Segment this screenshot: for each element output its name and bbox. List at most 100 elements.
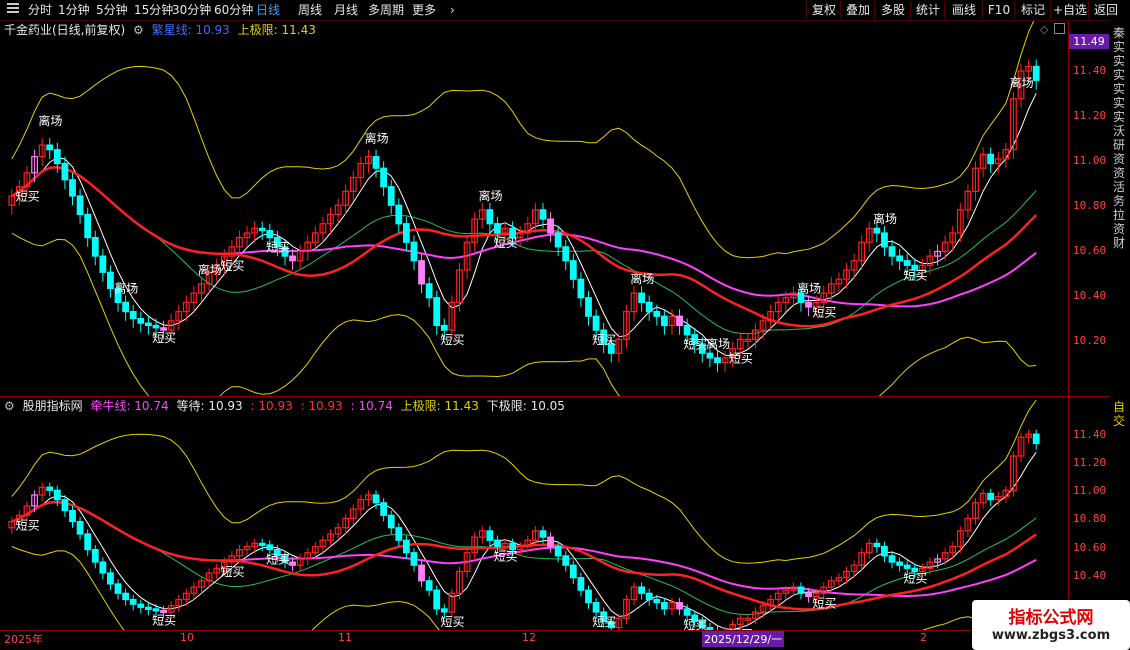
- candle-body: [380, 502, 388, 516]
- x-label-oct: 10: [180, 631, 194, 644]
- toolbar-button-3[interactable]: 统计: [910, 1, 945, 19]
- toolbar-button-1[interactable]: 叠加: [840, 1, 875, 19]
- candle-body: [562, 246, 570, 262]
- candle-body: [440, 324, 448, 331]
- candle-body: [91, 549, 99, 563]
- buy-signal-label: 短买: [683, 618, 707, 630]
- main-candle-chart[interactable]: 短买离场离场短买离场短买短买离场短买离场短买短买离场短买离场短买离场短买离场短买…: [0, 21, 1068, 396]
- period-tab-2[interactable]: 5分钟: [96, 2, 128, 18]
- side-info-strip[interactable]: 秦实实实实实实沃研资资活务拉资财 自交: [1110, 20, 1130, 630]
- buy-signal-label: 短买: [494, 236, 518, 250]
- period-toolbar: 分时 1分钟 5分钟 15分钟 30分钟 60分钟 日线 周线 月线 多周期 更多 › 复权 叠加 多股 统计…: [0, 0, 1130, 21]
- period-tab-1[interactable]: 1分钟: [58, 2, 90, 18]
- candle-body: [486, 209, 494, 225]
- period-tab-4[interactable]: 30分钟: [172, 2, 211, 18]
- upper-band-line: [11, 399, 1037, 564]
- x-label-feb: 2: [920, 631, 927, 644]
- buy-signal-label: 短买: [441, 333, 465, 347]
- period-tab-10[interactable]: 更多: [412, 2, 436, 18]
- candle-body: [372, 494, 380, 504]
- candle-body: [577, 577, 585, 591]
- exit-signal-label: 离场: [706, 336, 730, 351]
- more-arrow-icon[interactable]: ›: [450, 2, 455, 18]
- main-chart-pane[interactable]: 千金药业(日线,前复权) ⚙ 繁星线: 10.93 上极限: 11.43 ◇ 短…: [0, 21, 1068, 396]
- candle-body: [84, 213, 92, 239]
- candle-body: [987, 153, 995, 165]
- main-tick-label: 11.40: [1073, 64, 1107, 77]
- candle-body: [107, 271, 114, 290]
- toolbar-button-4[interactable]: 画线: [944, 1, 983, 19]
- candle-body: [99, 255, 107, 273]
- period-tab-6[interactable]: 日线: [256, 2, 280, 18]
- candle-body: [585, 297, 592, 317]
- candle-body: [592, 602, 600, 613]
- candle-body: [395, 527, 403, 541]
- main-tick-label: 10.80: [1073, 199, 1107, 212]
- candle-body: [69, 179, 76, 197]
- candle-body: [433, 297, 441, 327]
- x-label-cursor-date: 2025/12/29/一: [702, 631, 785, 647]
- x-label-year: 2025年: [4, 633, 43, 646]
- candle-body: [881, 232, 888, 248]
- candle-body: [53, 489, 61, 501]
- period-tab-8[interactable]: 月线: [334, 2, 358, 18]
- candle-body: [289, 255, 296, 262]
- candle-body: [539, 209, 547, 220]
- candle-body: [137, 603, 145, 608]
- toolbar-button-8[interactable]: 返回: [1088, 1, 1123, 19]
- main-tick-label: 10.60: [1073, 244, 1107, 257]
- candle-body: [152, 608, 160, 612]
- candle-body: [896, 561, 904, 566]
- buy-signal-label: 短买: [812, 596, 836, 610]
- sub-tick-label: 11.40: [1073, 428, 1107, 441]
- sub-tick-label: 11.20: [1073, 456, 1107, 469]
- toolbar-button-7[interactable]: +自选: [1050, 1, 1089, 19]
- buy-signal-label: 短买: [903, 268, 927, 282]
- candle-body: [122, 301, 130, 313]
- buy-signal-label: 短买: [220, 259, 244, 273]
- menu-icon[interactable]: [6, 2, 20, 18]
- candle-body: [547, 218, 554, 234]
- sub-candle-chart[interactable]: 短买短买短买短买短买短买短买短买短买短买短买: [0, 397, 1068, 630]
- date-axis: 2025年 10 11 12 2025/12/29/一 2: [0, 630, 1068, 647]
- toolbar-button-5[interactable]: F10: [982, 1, 1015, 19]
- exit-signal-label: 离场: [797, 280, 821, 295]
- candle-body: [107, 572, 114, 585]
- candle-body: [410, 552, 418, 566]
- buy-signal-label: 短买: [729, 352, 753, 366]
- period-tab-3[interactable]: 15分钟: [134, 2, 173, 18]
- candle-body: [1032, 65, 1040, 81]
- candle-body: [418, 260, 425, 285]
- sub-chart-pane[interactable]: ⚙ 股朋指标网 牵牛线: 10.74 等待: 10.93 : 10.93 : 1…: [0, 397, 1068, 630]
- candle-body: [266, 230, 274, 239]
- candle-body: [99, 561, 107, 574]
- sub-tick-label: 10.60: [1073, 541, 1107, 554]
- candle-body: [433, 589, 441, 610]
- candle-body: [569, 564, 577, 579]
- candle-body: [122, 592, 130, 601]
- exit-signal-label: 离场: [365, 131, 389, 146]
- main-tick-label: 11.00: [1073, 154, 1107, 167]
- candle-body: [46, 144, 54, 151]
- candle-body: [653, 598, 661, 604]
- toolbar-button-2[interactable]: 多股: [874, 1, 911, 19]
- candle-body: [577, 278, 585, 299]
- candle-body: [418, 564, 425, 582]
- buy-signal-label: 短买: [220, 565, 244, 579]
- candle-body: [645, 301, 653, 313]
- sub-price-axis: 11.40 11.20 11.00 10.80 10.60 10.40: [1068, 397, 1111, 630]
- period-tab-5[interactable]: 60分钟: [214, 2, 253, 18]
- candle-body: [46, 486, 54, 491]
- period-tab-0[interactable]: 分时: [28, 2, 52, 18]
- candle-body: [258, 542, 266, 546]
- candle-body: [660, 602, 668, 610]
- candle-body: [903, 564, 911, 569]
- toolbar-button-0[interactable]: 复权: [806, 1, 841, 19]
- candle-body: [129, 311, 137, 320]
- period-tab-7[interactable]: 周线: [298, 2, 322, 18]
- candle-body: [585, 589, 592, 604]
- buy-signal-label: 短买: [266, 241, 290, 255]
- toolbar-button-6[interactable]: 标记: [1014, 1, 1051, 19]
- period-tab-9[interactable]: 多周期: [368, 2, 404, 18]
- candle-body: [805, 301, 812, 308]
